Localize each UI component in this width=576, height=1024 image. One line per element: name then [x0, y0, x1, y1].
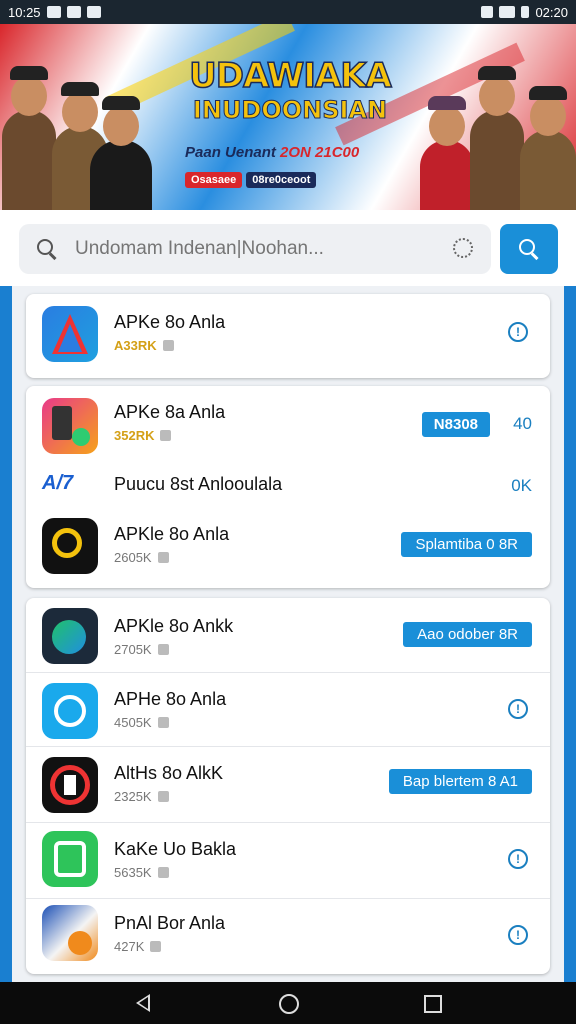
app-meta: 427K: [114, 939, 162, 954]
list-item[interactable]: APKle 8o Ankk 2705K Aao odober 8R: [26, 598, 550, 672]
app-card: APKle 8o Ankk 2705K Aao odober 8R APHe 8…: [26, 598, 550, 974]
banner-date: Paan Uenant 2ON 21C00: [185, 144, 360, 161]
app-name: APHe 8o Anla: [114, 689, 227, 709]
app-icon: [42, 905, 98, 961]
list-item[interactable]: PnAl Bor Anla 427K !: [26, 898, 550, 975]
app-name: APKe 8a Anla: [114, 402, 226, 422]
search-icon: [37, 239, 57, 259]
promo-banner[interactable]: UDAWIAKA INUDOONSIAN Paan Uenant 2ON 21C…: [0, 24, 576, 210]
banner-subtitle: INUDOONSIAN: [192, 96, 388, 125]
info-icon[interactable]: !: [508, 322, 528, 342]
banner-tags: Osasaee 08re0ceoot: [185, 172, 317, 188]
image-icon: [46, 6, 61, 18]
battery-icon: [521, 6, 530, 18]
banner-person: [90, 96, 152, 210]
banner-person: [520, 86, 576, 210]
notification-icon: [66, 6, 81, 18]
banner-title: UDAWIAKA: [188, 55, 392, 97]
banner-person: [470, 66, 524, 210]
app-icon: [42, 518, 98, 574]
status-time: 10:25: [8, 4, 41, 20]
back-icon[interactable]: [136, 994, 150, 1012]
app-meta: 2705K: [114, 642, 169, 657]
navigation-bar: [0, 982, 576, 1024]
list-item[interactable]: APKe 8a Anla 352RK N8308 40: [26, 386, 550, 466]
app-list: APKe 8o Anla A33RK ! APKe 8a Anla 352RK …: [12, 286, 564, 982]
app-action-button[interactable]: Bap blertem 8 A1: [388, 769, 532, 794]
banner-person: [420, 96, 474, 210]
home-icon[interactable]: [279, 994, 299, 1014]
list-item[interactable]: KaKe Uo Bakla 5635K !: [26, 822, 550, 899]
search-box[interactable]: [19, 224, 491, 274]
app-meta: A33RK: [114, 338, 174, 353]
banner-tag: 08re0ceoot: [246, 172, 317, 188]
banner-tag: Osasaee: [185, 172, 243, 188]
search-input[interactable]: [73, 237, 437, 261]
app-name: PnAl Bor Anla: [114, 913, 226, 933]
wifi-icon: [499, 6, 516, 18]
app-name: APKe 8o Anla: [114, 312, 226, 332]
app-card: APKe 8a Anla 352RK N8308 40 A/7 Puucu 8s…: [26, 386, 550, 588]
banner-person: [2, 66, 56, 210]
settings-icon[interactable]: [453, 238, 473, 258]
search-area: [0, 210, 576, 286]
app-icon: [42, 306, 98, 362]
app-card: APKe 8o Anla A33RK !: [26, 294, 550, 378]
signal-icon: [481, 6, 494, 18]
list-item[interactable]: A/7 Puucu 8st Anlooulala 0K: [26, 466, 550, 504]
app-meta: 2605K: [114, 550, 169, 565]
status-badge: N8308: [421, 412, 490, 437]
app-meta: 352RK: [114, 428, 172, 443]
app-icon: [42, 398, 98, 454]
app-logo-icon: A/7: [42, 472, 74, 494]
info-icon[interactable]: !: [508, 849, 528, 869]
list-item[interactable]: APHe 8o Anla 4505K !: [26, 672, 550, 747]
recents-icon[interactable]: [424, 995, 442, 1013]
search-button[interactable]: [500, 224, 558, 274]
app-action-button[interactable]: Splamtiba 0 8R: [401, 532, 532, 557]
list-item[interactable]: AltHs 8o AlkK 2325K Bap blertem 8 A1: [26, 746, 550, 823]
app-name: APKle 8o Anla: [114, 524, 230, 544]
app-icon: [42, 683, 98, 739]
info-icon[interactable]: !: [508, 925, 528, 945]
search-icon: [519, 239, 535, 255]
info-icon[interactable]: !: [508, 699, 528, 719]
app-name: KaKe Uo Bakla: [114, 839, 237, 859]
app-meta: 4505K: [114, 715, 169, 730]
app-meta: 2325K: [114, 789, 169, 804]
side-label: 40: [513, 414, 532, 433]
list-item[interactable]: APKe 8o Anla A33RK !: [26, 294, 550, 378]
list-item[interactable]: APKle 8o Anla 2605K Splamtiba 0 8R: [26, 504, 550, 588]
side-label: 0K: [511, 476, 532, 495]
sim-icon: [86, 6, 101, 18]
status-time-right: 02:20: [535, 4, 568, 20]
app-icon: [42, 757, 98, 813]
app-name: APKle 8o Ankk: [114, 616, 234, 636]
app-name: Puucu 8st Anlooulala: [114, 474, 283, 494]
app-icon: [42, 608, 98, 664]
status-bar: 10:25 02:20: [0, 0, 576, 24]
app-meta: 5635K: [114, 865, 169, 880]
app-action-button[interactable]: Aao odober 8R: [403, 622, 532, 647]
app-name: AltHs 8o AlkK: [114, 763, 224, 783]
app-icon: [42, 831, 98, 887]
